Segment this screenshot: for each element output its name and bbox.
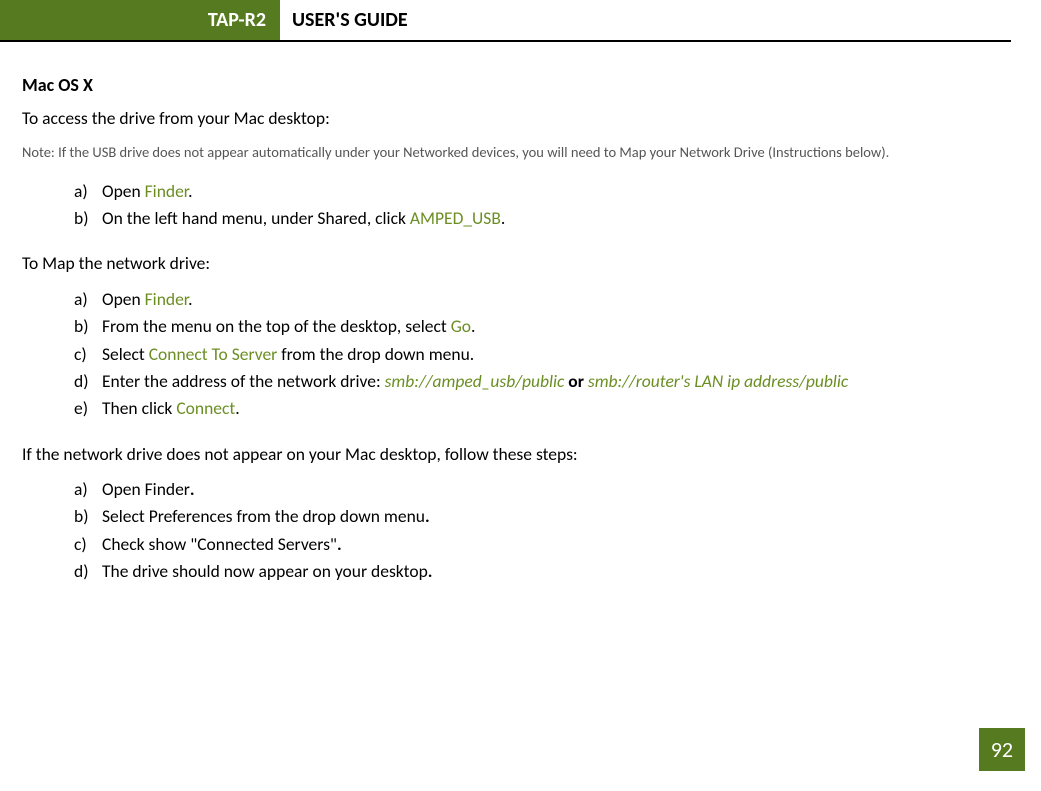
- text-post: .: [188, 180, 192, 202]
- text-pre: On the left hand menu, under Shared, cli…: [102, 207, 410, 229]
- highlight-smb-path-1: smb://amped_usb/public: [385, 370, 565, 392]
- list-item: c) Check show "Connected Servers".: [74, 532, 1001, 557]
- guide-title: USER'S GUIDE: [280, 0, 408, 40]
- text-body: Open Finder: [102, 478, 190, 500]
- section1-list: a) Open Finder. b) On the left hand menu…: [74, 179, 1001, 232]
- bold-period: .: [190, 478, 195, 500]
- section1-intro: To access the drive from your Mac deskto…: [22, 106, 1001, 131]
- section2-intro: To Map the network drive:: [22, 251, 1001, 276]
- list-marker: d): [74, 559, 89, 584]
- text-body: Select Preferences from the drop down me…: [102, 505, 425, 527]
- section3-list: a) Open Finder. b) Select Preferences fr…: [74, 477, 1001, 585]
- list-marker: a): [74, 287, 88, 312]
- section1-note: Note: If the USB drive does not appear a…: [22, 141, 1001, 164]
- text-post: .: [235, 397, 239, 419]
- list-item: b) On the left hand menu, under Shared, …: [74, 206, 1001, 231]
- text-post: .: [501, 207, 505, 229]
- highlight-go: Go: [451, 315, 471, 337]
- highlight-smb-path-2: smb://router's LAN ip address/public: [588, 370, 848, 392]
- text-pre: Open: [102, 180, 145, 202]
- highlight-finder: Finder: [145, 288, 189, 310]
- list-marker: c): [74, 532, 87, 557]
- text-pre: Select: [102, 343, 149, 365]
- text-post: from the drop down menu.: [277, 343, 474, 365]
- highlight-connect-to-server: Connect To Server: [149, 343, 278, 365]
- list-item: d) The drive should now appear on your d…: [74, 559, 1001, 584]
- text-post: .: [188, 288, 192, 310]
- list-item: a) Open Finder.: [74, 179, 1001, 204]
- text-pre: Then click: [102, 397, 176, 419]
- page-number: 92: [979, 728, 1025, 771]
- list-item: b) From the menu on the top of the deskt…: [74, 314, 1001, 339]
- text-body: The drive should now appear on your desk…: [102, 560, 428, 582]
- list-item: a) Open Finder.: [74, 287, 1001, 312]
- list-marker: a): [74, 179, 88, 204]
- text-post: .: [471, 315, 475, 337]
- list-item: a) Open Finder.: [74, 477, 1001, 502]
- bold-period: .: [337, 533, 342, 555]
- list-marker: b): [74, 314, 89, 339]
- section-heading-macosx: Mac OS X: [22, 72, 1001, 98]
- list-marker: a): [74, 477, 88, 502]
- list-item: d) Enter the address of the network driv…: [74, 369, 1001, 394]
- highlight-finder: Finder: [145, 180, 189, 202]
- page-content: Mac OS X To access the drive from your M…: [0, 42, 1041, 585]
- section3-intro: If the network drive does not appear on …: [22, 442, 1001, 467]
- highlight-amped-usb: AMPED_USB: [410, 207, 501, 229]
- page-header: TAP-R2 USER'S GUIDE: [0, 0, 1011, 42]
- list-marker: b): [74, 504, 89, 529]
- list-item: b) Select Preferences from the drop down…: [74, 504, 1001, 529]
- text-pre: From the menu on the top of the desktop,…: [102, 315, 451, 337]
- product-badge: TAP-R2: [0, 0, 280, 40]
- list-item: e) Then click Connect.: [74, 396, 1001, 421]
- list-marker: c): [74, 342, 87, 367]
- list-item: c) Select Connect To Server from the dro…: [74, 342, 1001, 367]
- bold-period: .: [428, 560, 433, 582]
- list-marker: d): [74, 369, 89, 394]
- list-marker: e): [74, 396, 88, 421]
- text-or: or: [564, 370, 588, 392]
- bold-period: .: [425, 505, 430, 527]
- section2-list: a) Open Finder. b) From the menu on the …: [74, 287, 1001, 422]
- text-pre: Open: [102, 288, 145, 310]
- highlight-connect: Connect: [176, 397, 235, 419]
- text-body: Check show "Connected Servers": [102, 533, 337, 555]
- text-pre: Enter the address of the network drive:: [102, 370, 385, 392]
- list-marker: b): [74, 206, 89, 231]
